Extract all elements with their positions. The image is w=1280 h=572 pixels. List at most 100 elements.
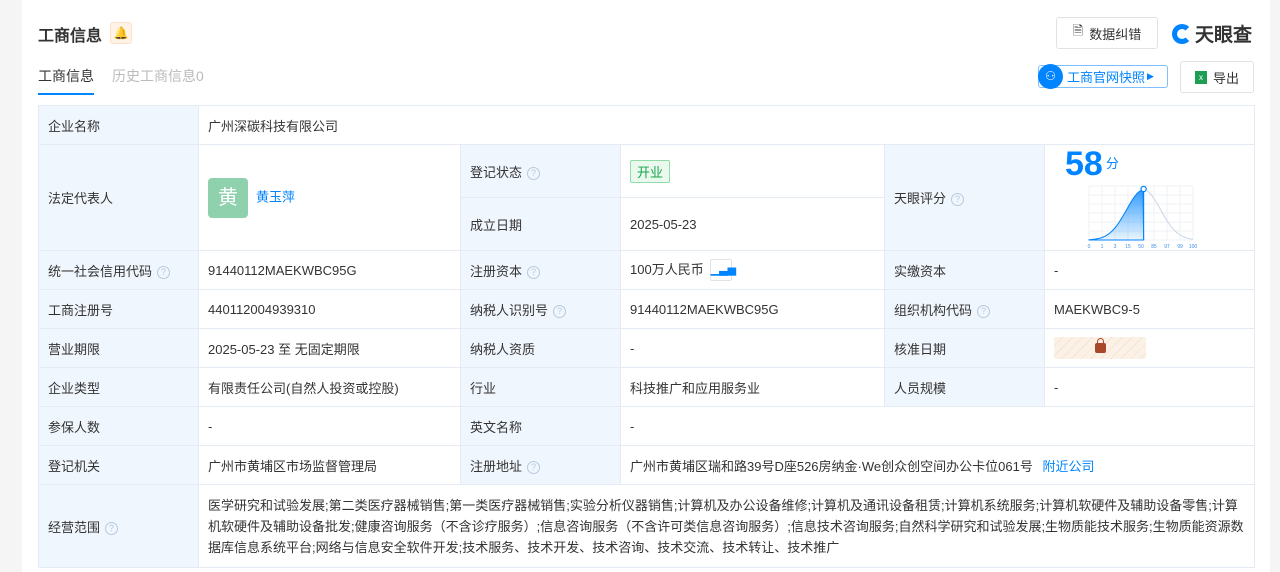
reg-status-label-cell: 登记状态? — [460, 144, 621, 198]
document-edit-icon: 🗎 — [1072, 23, 1084, 38]
type-value: 有限责任公司(自然人投资或控股) — [198, 367, 461, 407]
found-date-label: 成立日期 — [460, 197, 621, 251]
en-name-value: - — [619, 406, 1256, 446]
table-row: 统一社会信用代码? 91440112MAEKWBC95G 注册资本? 100万人… — [38, 250, 1256, 290]
staff-label: 人员规模 — [884, 367, 1045, 407]
help-icon[interactable]: ? — [105, 521, 119, 535]
insured-value: - — [198, 406, 461, 446]
taxpayer-id-label: 纳税人识别号 — [470, 302, 549, 318]
score-distribution-chart: 0 1 3 15 50 85 97 99 100 — [1088, 185, 1197, 250]
caret-right-icon: ▶ — [1147, 71, 1154, 81]
org-code-value: MAEKWBC9-5 — [1043, 289, 1256, 329]
tab-bar: 工商信息 历史工商信息0 — [38, 66, 204, 95]
locked-content-button[interactable] — [1054, 337, 1146, 359]
insured-label: 参保人数 — [38, 406, 199, 446]
help-icon[interactable]: ? — [553, 304, 567, 318]
reg-capital-value: 100万人民币 — [630, 261, 704, 277]
address-label-cell: 注册地址? — [460, 445, 621, 485]
reg-capital-label-cell: 注册资本? — [460, 250, 621, 290]
x-tick-label: 85 — [1151, 244, 1157, 250]
help-icon[interactable]: ? — [951, 193, 965, 207]
reg-no-value: 440112004939310 — [198, 289, 461, 329]
lock-icon — [1094, 338, 1106, 353]
avatar: 黄 — [208, 177, 248, 218]
data-correction-label: 数据纠错 — [1089, 26, 1142, 42]
industry-label: 行业 — [460, 367, 621, 407]
help-icon[interactable]: ? — [527, 460, 541, 474]
legal-rep-cell: 黄黄玉萍 — [198, 144, 461, 251]
section-title: 工商信息 — [38, 28, 103, 45]
tab-business-info[interactable]: 工商信息 — [38, 66, 94, 95]
table-row: 参保人数 - 英文名称 - — [38, 406, 1256, 446]
help-icon[interactable]: ? — [977, 304, 991, 318]
business-info-table: 企业名称 广州深碳科技有限公司 法定代表人 黄黄玉萍 登记状态? 开业 天眼评分… — [38, 105, 1256, 568]
reg-status-cell: 开业 — [620, 144, 885, 198]
reg-no-label: 工商注册号 — [38, 289, 199, 329]
logo-icon — [1172, 23, 1192, 44]
credit-code-label: 统一社会信用代码 — [48, 263, 153, 279]
type-label: 企业类型 — [38, 367, 199, 407]
score-value: 58 — [1065, 145, 1103, 183]
legal-rep-label: 法定代表人 — [38, 144, 199, 251]
business-info-card: 工商信息 🔔 🗎 数据纠错 天眼查 工商信息 历史工商信息0 ⚇ 工商官网快照 … — [22, 0, 1270, 572]
company-name-value: 广州深碳科技有限公司 — [197, 105, 1256, 145]
score-label-cell: 天眼评分? — [884, 144, 1045, 251]
paid-capital-value: - — [1043, 250, 1256, 290]
help-icon[interactable]: ? — [527, 265, 541, 279]
staff-value: - — [1043, 367, 1256, 407]
table-row: 企业名称 广州深碳科技有限公司 — [38, 105, 1256, 145]
bar-chart-icon[interactable]: ▁▃▅ — [709, 259, 736, 282]
company-name-label: 企业名称 — [38, 105, 199, 145]
org-code-label: 组织机构代码 — [894, 302, 973, 318]
table-row: 经营范围? 医学研究和试验发展;第二类医疗器械销售;第一类医疗器械销售;实验分析… — [38, 484, 1256, 568]
reg-capital-label: 注册资本 — [470, 263, 523, 279]
nearby-companies-link[interactable]: 附近公司 — [1042, 459, 1094, 474]
export-label: 导出 — [1212, 70, 1239, 86]
org-code-label-cell: 组织机构代码? — [884, 289, 1045, 329]
score-unit: 分 — [1105, 155, 1119, 171]
credit-code-value: 91440112MAEKWBC95G — [198, 250, 461, 290]
address-cell: 广州市黄埔区瑞和路39号D座526房纳金·We创众创空间办公卡位061号 附近公… — [619, 445, 1256, 485]
reg-capital-cell: 100万人民币 ▁▃▅ — [620, 250, 885, 290]
en-name-label: 英文名称 — [460, 406, 621, 446]
x-tick-label: 100 — [1189, 244, 1197, 250]
taxpayer-id-label-cell: 纳税人识别号? — [460, 289, 621, 329]
scope-label-cell: 经营范围? — [38, 484, 199, 568]
term-label: 营业期限 — [38, 328, 199, 368]
address-label: 注册地址 — [470, 458, 523, 474]
x-tick-label: 97 — [1164, 244, 1170, 250]
industry-value: 科技推广和应用服务业 — [620, 367, 885, 407]
found-date-value: 2025-05-23 — [620, 197, 885, 251]
x-tick-label: 15 — [1125, 244, 1131, 250]
scope-label: 经营范围 — [48, 519, 101, 535]
score-label: 天眼评分 — [894, 191, 947, 206]
bell-icon[interactable]: 🔔 — [110, 22, 132, 44]
stamp-icon: ⚇ — [1038, 64, 1063, 89]
table-row: 工商注册号 440112004939310 纳税人识别号? 91440112MA… — [38, 289, 1256, 329]
term-value: 2025-05-23 至 无固定期限 — [198, 328, 461, 368]
approve-date-cell — [1043, 328, 1256, 368]
tab-history-info[interactable]: 历史工商信息0 — [112, 66, 204, 95]
brand-name: 天眼查 — [1195, 25, 1253, 46]
taxpayer-qual-value: - — [620, 328, 885, 368]
excel-icon: x — [1194, 70, 1207, 84]
score-area — [1088, 189, 1145, 241]
x-tick-label: 0 — [1088, 244, 1091, 250]
approve-date-label: 核准日期 — [884, 328, 1045, 368]
data-correction-button[interactable]: 🗎 数据纠错 — [1056, 17, 1158, 49]
score-cell[interactable]: 58 分 0 1 3 15 50 85 97 99 100 — [1043, 144, 1256, 251]
export-button[interactable]: x 导出 — [1180, 61, 1254, 93]
help-icon[interactable]: ? — [157, 265, 171, 279]
legal-rep-link[interactable]: 黄玉萍 — [256, 189, 295, 204]
scope-value: 医学研究和试验发展;第二类医疗器械销售;第一类医疗器械销售;实验分析仪器销售;计… — [197, 484, 1256, 568]
score-marker-dot — [1140, 185, 1147, 193]
x-tick-label: 99 — [1177, 244, 1183, 250]
x-tick-label: 1 — [1101, 244, 1104, 250]
official-snapshot-button[interactable]: ⚇ 工商官网快照 ▶ — [1038, 64, 1168, 89]
paid-capital-label: 实缴资本 — [884, 250, 1045, 290]
taxpayer-id-value: 91440112MAEKWBC95G — [620, 289, 885, 329]
reg-status-label: 登记状态 — [470, 164, 523, 180]
table-row: 法定代表人 黄黄玉萍 登记状态? 开业 天眼评分? 58 分 0 1 3 15 50 85 9… — [38, 144, 1256, 251]
help-icon[interactable]: ? — [527, 166, 541, 180]
snapshot-label: 工商官网快照 — [1067, 70, 1146, 85]
